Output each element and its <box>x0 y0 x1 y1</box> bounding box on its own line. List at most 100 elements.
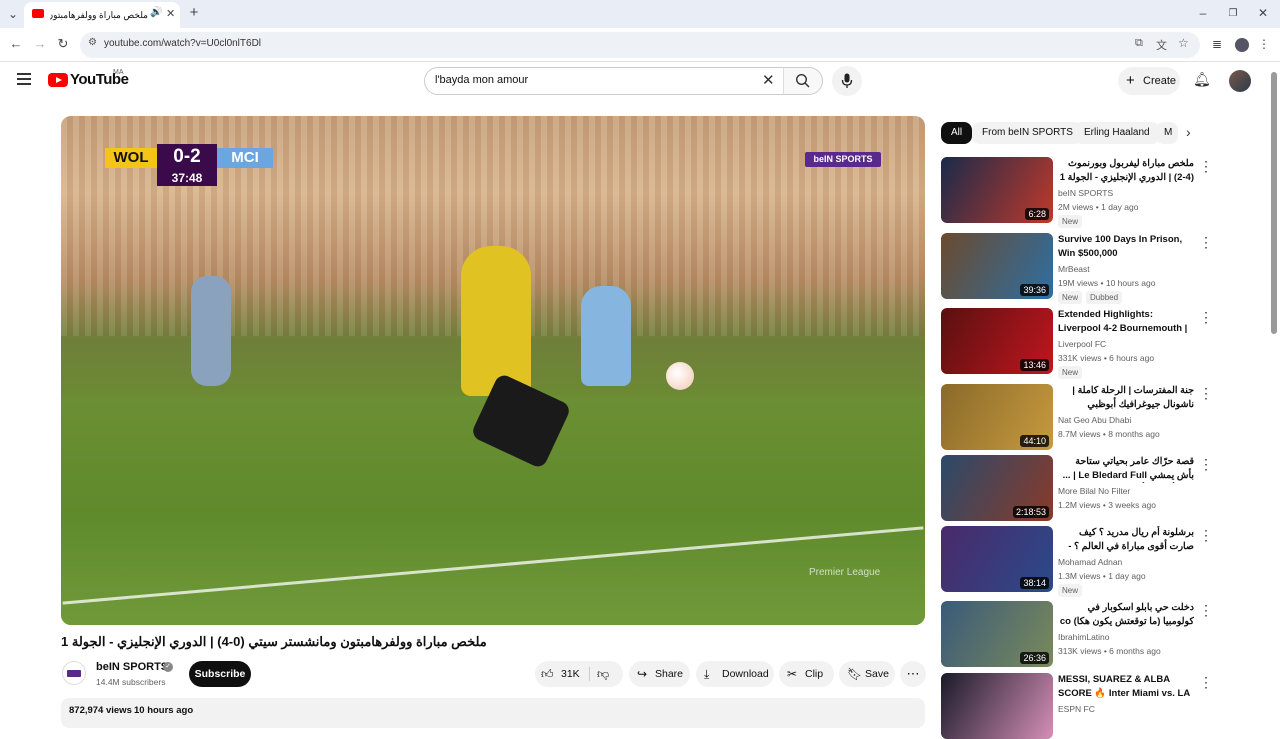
more-vert-icon[interactable]: ⋮ <box>1199 386 1213 400</box>
chip-more[interactable]: M <box>1156 122 1178 144</box>
more-vert-icon[interactable]: ⋮ <box>1199 603 1213 617</box>
address-bar-row: ← → ↻ ⚙ youtube.com/watch?v=U0cl0nlT6Dl … <box>0 28 1280 62</box>
recommendation-title[interactable]: Survive 100 Days In Prison, Win $500,000 <box>1058 233 1194 261</box>
bookmark-icon: 🔖︎ <box>847 667 863 681</box>
recommendation-title[interactable]: Extended Highlights: Liverpool 4-2 Bourn… <box>1058 308 1194 336</box>
status-badge: New <box>1058 291 1083 304</box>
recommendation-thumbnail[interactable]: 6:28 <box>941 157 1053 223</box>
account-avatar[interactable] <box>1229 70 1251 92</box>
dislike-button[interactable]: 👎︎ <box>591 661 621 687</box>
recommendation-title[interactable]: قصة حرّاك عامر بحياتي ستاحة بأش يمشي Le … <box>1058 455 1194 483</box>
recommendation-meta: 331K views • 6 hours ago <box>1058 353 1155 363</box>
recommendation-meta: 1.2M views • 3 weeks ago <box>1058 500 1156 510</box>
recommendation-meta: 2M views • 1 day ago <box>1058 202 1139 212</box>
chip-from-bein-sports[interactable]: From beIN SPORTS <box>972 122 1083 144</box>
omnibox[interactable]: ⚙ youtube.com/watch?v=U0cl0nlT6Dl ⧉ 文 ☆ <box>80 32 1200 58</box>
recommendation-thumbnail[interactable]: 2:18:53 <box>941 455 1053 521</box>
speaker-icon[interactable]: 🔊 <box>150 7 162 18</box>
create-button[interactable]: + Create <box>1118 67 1180 95</box>
voice-search-button[interactable] <box>832 66 862 96</box>
chip-all[interactable]: All <box>941 122 973 144</box>
search-box[interactable]: l'bayda mon amour ✕ <box>424 67 784 95</box>
close-window-icon[interactable]: ✕ <box>1256 5 1270 21</box>
recommendation-channel[interactable]: Mohamad Adnan <box>1058 555 1198 569</box>
more-vert-icon[interactable]: ⋮ <box>1199 310 1213 324</box>
url-field[interactable]: youtube.com/watch?v=U0cl0nlT6Dl <box>104 38 261 49</box>
channel-name[interactable]: beIN SPORTS <box>96 661 168 673</box>
chip-erling-haaland[interactable]: Erling Haaland <box>1074 122 1160 144</box>
clear-search-icon[interactable]: ✕ <box>762 71 775 89</box>
recommendation-thumbnail[interactable]: 38:14 <box>941 526 1053 592</box>
recommendation-channel[interactable]: beIN SPORTS <box>1058 186 1198 200</box>
chips-next-icon[interactable]: › <box>1186 124 1191 140</box>
reload-icon[interactable]: ↻ <box>55 36 71 52</box>
install-icon[interactable]: ⧉ <box>1135 37 1143 50</box>
duration-badge: 6:28 <box>1025 208 1049 220</box>
share-button[interactable]: ↪ Share <box>629 661 690 687</box>
football <box>666 362 694 390</box>
tab-list-chevron-icon[interactable]: ⌄ <box>6 6 20 22</box>
site-info-icon[interactable]: ⚙ <box>88 37 97 48</box>
recommendation-channel[interactable]: More Bilal No Filter <box>1058 484 1198 498</box>
share-icon: ↪ <box>637 667 648 681</box>
score: 0-2 <box>157 144 217 170</box>
notifications-bell-icon[interactable]: 🔔︎ <box>1193 71 1211 88</box>
browser-tab[interactable]: ملخص مباراة وولفرهامبتون و 🔊 ✕ <box>24 2 180 28</box>
search-button[interactable] <box>783 67 823 95</box>
more-actions-button[interactable]: ⋯ <box>900 661 926 687</box>
translate-icon[interactable]: 文 <box>1156 37 1167 53</box>
forward-icon[interactable]: → <box>32 36 48 52</box>
recommendation-thumbnail[interactable]: 39:36 <box>941 233 1053 299</box>
search-input[interactable]: l'bayda mon amour <box>435 74 528 86</box>
hamburger-menu-icon[interactable] <box>17 73 31 85</box>
like-divider <box>589 667 590 681</box>
subscribe-button[interactable]: Subscribe <box>189 661 251 687</box>
recommendation-channel[interactable]: ESPN FC <box>1058 702 1198 716</box>
more-vert-icon[interactable]: ⋮ <box>1199 159 1213 173</box>
away-team: MCI <box>217 148 273 168</box>
recommendation-badges: New Dubbed <box>1058 290 1198 304</box>
download-button[interactable]: ⤓ Download <box>696 661 774 687</box>
profile-avatar[interactable] <box>1235 38 1249 52</box>
browser-menu-icon[interactable]: ⋮ <box>1258 36 1270 52</box>
recommendation-badges: New <box>1058 365 1198 379</box>
bookmark-star-icon[interactable]: ☆ <box>1178 36 1189 50</box>
save-button[interactable]: 🔖︎ Save <box>839 661 895 687</box>
recommendation-channel[interactable]: MrBeast <box>1058 262 1198 276</box>
reading-list-icon[interactable]: ≣ <box>1210 36 1224 52</box>
recommendation-channel[interactable]: IbrahimLatino <box>1058 630 1198 644</box>
video-player[interactable]: WOL 0-2 MCI 37:48 beIN SPORTS Premier Le… <box>61 116 925 625</box>
clip-button[interactable]: ✂ Clip <box>779 661 834 687</box>
recommendation-thumbnail[interactable]: 26:36 <box>941 601 1053 667</box>
page-scrollbar[interactable] <box>1271 72 1277 334</box>
restore-icon[interactable]: ❐ <box>1226 6 1240 22</box>
channel-avatar[interactable] <box>62 661 86 685</box>
browser-tab-bar: ⌄ ملخص مباراة وولفرهامبتون و 🔊 ✕ + – ❐ ✕ <box>0 0 1280 28</box>
like-button[interactable]: 👍︎ 31K <box>535 661 589 687</box>
recommendation-title[interactable]: برشلونة أم ريال مدريد ؟ كيف صارت أقوى مب… <box>1058 526 1194 554</box>
recommendation-thumbnail[interactable]: 13:46 <box>941 308 1053 374</box>
recommendation-thumbnail[interactable]: 44:10 <box>941 384 1053 450</box>
recommendation-title[interactable]: MESSI, SUAREZ & ALBA SCORE 🔥 Inter Miami… <box>1058 673 1194 701</box>
recommendation-title[interactable]: جنة المفترسات | الرحلة كاملة | ناشونال ج… <box>1058 384 1194 412</box>
more-vert-icon[interactable]: ⋮ <box>1199 528 1213 542</box>
more-vert-icon[interactable]: ⋮ <box>1199 457 1213 471</box>
like-count: 31K <box>561 668 580 680</box>
duration-badge: 2:18:53 <box>1012 506 1049 518</box>
minimize-icon[interactable]: – <box>1196 5 1210 21</box>
recommendation-channel[interactable]: Nat Geo Abu Dhabi <box>1058 413 1198 427</box>
view-count: 872,974 views <box>69 705 132 716</box>
back-icon[interactable]: ← <box>8 36 24 52</box>
more-vert-icon[interactable]: ⋮ <box>1199 675 1213 689</box>
duration-badge: 26:36 <box>1020 652 1049 664</box>
clip-label: Clip <box>805 668 824 680</box>
league-watermark: Premier League <box>809 567 881 578</box>
status-badge: Dubbed <box>1086 291 1123 304</box>
recommendation-channel[interactable]: Liverpool FC <box>1058 337 1198 351</box>
new-tab-icon[interactable]: + <box>186 5 202 21</box>
recommendation-thumbnail[interactable] <box>941 673 1053 739</box>
close-tab-icon[interactable]: ✕ <box>166 7 175 20</box>
recommendation-title[interactable]: ملخص مباراة ليفربول وبورنموث (4-2) | الد… <box>1058 157 1194 185</box>
recommendation-title[interactable]: دخلت حي بابلو اسكوبار في كولومبيا (ما تو… <box>1058 601 1194 629</box>
more-vert-icon[interactable]: ⋮ <box>1199 235 1213 249</box>
